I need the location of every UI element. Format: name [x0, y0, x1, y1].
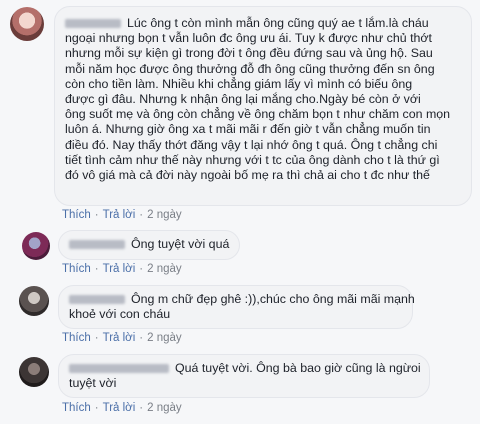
- comment-text-line: tiết tình cảm như thế này nhưng với t tc…: [65, 152, 440, 167]
- timestamp[interactable]: 2 ngày: [147, 402, 182, 414]
- comment-text-line: Ông m chữ đẹp ghê :)),chúc cho ông mãi m…: [131, 292, 415, 306]
- reply-link[interactable]: Trả lời: [103, 332, 136, 344]
- comment-text-line: khoẻ với con cháu: [69, 307, 171, 322]
- comment-text-line: ngoại nhưng bọn t vẫn luôn đc ông ưu ái.…: [65, 31, 432, 46]
- separator: ·: [94, 263, 99, 275]
- blurred-author-name[interactable]: [69, 240, 125, 250]
- comment-text-line: được gì đâu. Nhưng k nhận ông lại mắng c…: [65, 92, 421, 107]
- comment-text-line: mỗi năm học được ông thưởng đỗ đh ông cũ…: [65, 61, 435, 76]
- separator: ·: [139, 263, 144, 275]
- blurred-author-name[interactable]: [69, 364, 169, 374]
- separator: ·: [94, 209, 99, 221]
- like-link[interactable]: Thích: [62, 209, 91, 221]
- comment-actions: Thích · Trả lời · 2 ngày: [62, 209, 186, 221]
- comment-actions: Thích · Trả lời · 2 ngày: [62, 263, 186, 275]
- timestamp[interactable]: 2 ngày: [147, 332, 182, 344]
- comment-bubble: Ông tuyệt vời quá: [58, 230, 240, 260]
- comment-actions: Thích · Trả lời · 2 ngày: [62, 402, 186, 414]
- avatar[interactable]: [22, 232, 50, 260]
- separator: ·: [139, 332, 144, 344]
- separator: ·: [139, 402, 144, 414]
- reply-link[interactable]: Trả lời: [103, 402, 136, 414]
- avatar[interactable]: [10, 7, 44, 41]
- comment-bubble: Ông m chữ đẹp ghê :)),chúc cho ông mãi m…: [58, 285, 415, 329]
- separator: ·: [139, 209, 144, 221]
- like-link[interactable]: Thích: [62, 402, 91, 414]
- comment-bubble: Lúc ông t còn mình mẫn ông cũng quý ae t…: [54, 6, 472, 206]
- comment-text-line: Ông tuyệt vời quá: [131, 237, 230, 251]
- reply-link[interactable]: Trả lời: [103, 209, 136, 221]
- comment-text-line: điều đó. Nay thấy thớt đăng vậy t lại nh…: [65, 137, 438, 152]
- like-link[interactable]: Thích: [62, 332, 91, 344]
- comment-bubble: Quá tuyệt vời. Ông bà bao giờ cũng là ng…: [58, 354, 430, 398]
- comment-text-line: tuyệt vời: [69, 376, 117, 391]
- timestamp[interactable]: 2 ngày: [147, 263, 182, 275]
- timestamp[interactable]: 2 ngày: [147, 209, 182, 221]
- avatar[interactable]: [19, 286, 49, 316]
- reply-link[interactable]: Trả lời: [103, 263, 136, 275]
- comment-text-line: Quá tuyệt vời. Ông bà bao giờ cũng là ng…: [175, 361, 421, 375]
- comment-text-line: Lúc ông t còn mình mẫn ông cũng quý ae t…: [127, 16, 429, 30]
- comment-text-line: đó vô giá mà cả đời này ngoài bố mẹ ra t…: [65, 168, 430, 183]
- comment-actions: Thích · Trả lời · 2 ngày: [62, 332, 186, 344]
- blurred-author-name[interactable]: [69, 295, 125, 305]
- separator: ·: [94, 332, 99, 344]
- separator: ·: [94, 402, 99, 414]
- comment-text-line: ông suốt mẹ và ông còn chẳng về ông chăm…: [65, 107, 451, 122]
- comment-text-line: luôn á. Nhưng giờ ông xa t mãi mãi r đến…: [65, 122, 431, 137]
- comment-text-line: còn cho tiền làm. Nhiều khi chẳng giám l…: [65, 76, 413, 91]
- blurred-author-name[interactable]: [65, 19, 121, 29]
- avatar[interactable]: [19, 357, 49, 387]
- like-link[interactable]: Thích: [62, 263, 91, 275]
- comment-text-line: nhưng mỗi sự kiện gì trong đời t ông đều…: [65, 46, 433, 61]
